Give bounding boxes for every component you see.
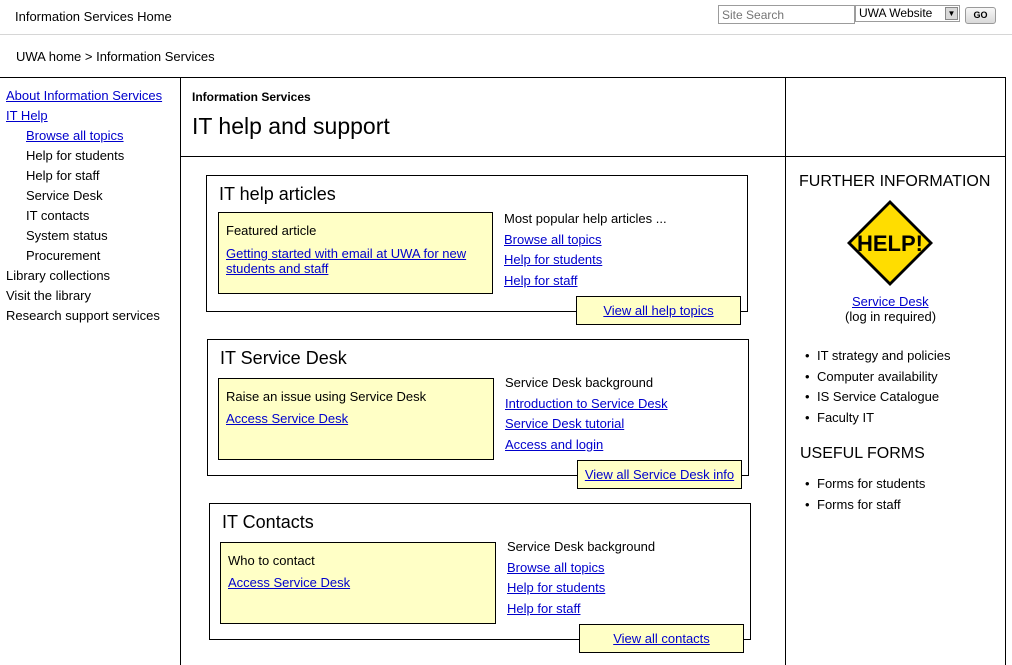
go-button[interactable]: GO [965,7,996,24]
sidebar-item-label[interactable]: Help for students [26,148,124,163]
list-heading: Service Desk background [507,539,656,554]
card-it-contacts: IT Contacts Who to contact Access Servic… [209,503,751,640]
page-title: IT help and support [192,113,390,139]
help-for-staff-link[interactable]: Help for staff [507,601,655,622]
browse-all-topics-link[interactable]: Browse all topics [504,232,667,253]
left-nav-divider [180,77,181,665]
sidebar-item-label[interactable]: About Information Services [6,88,162,103]
view-all-link[interactable]: View all Service Desk info [585,467,734,482]
help-for-students-link[interactable]: Help for students [504,252,667,273]
top-bar: Information Services Home UWA Website ▼ … [0,0,1012,35]
featured-article-box: Who to contact Access Service Desk [220,542,496,624]
useful-forms-heading: USEFUL FORMS [800,445,925,462]
sidebar-item-label[interactable]: Visit the library [6,288,91,303]
sidebar-item-system-status[interactable]: System status [6,228,176,248]
card-service-desk: IT Service Desk Raise an issue using Ser… [207,339,749,476]
view-all-help-topics-button[interactable]: View all help topics [576,296,741,325]
service-desk-tutorial-link[interactable]: Service Desk tutorial [505,416,668,437]
sidebar-item-procurement[interactable]: Procurement [6,248,176,268]
view-all-contacts-button[interactable]: View all contacts [579,624,744,653]
site-home-link[interactable]: Information Services Home [15,9,172,24]
help-sign-icon[interactable]: HELP! [846,199,934,290]
search-scope-value: UWA Website [859,6,933,20]
site-search-input[interactable] [718,5,855,24]
featured-article-box: Featured article Getting started with em… [218,212,493,294]
list-item[interactable]: • Faculty IT [805,410,950,431]
sidebar-item-service-desk[interactable]: Service Desk [6,188,176,208]
service-desk-background-list: Service Desk background Introduction to … [505,375,668,457]
sidebar-item-help-for-students[interactable]: Help for students [6,148,176,168]
sidebar-item-label[interactable]: System status [26,228,108,243]
sidebar-item-label[interactable]: IT Help [6,108,48,123]
featured-label: Raise an issue using Service Desk [226,389,427,404]
list-item[interactable]: • IS Service Catalogue [805,389,950,410]
card-title: IT Contacts [222,512,314,532]
intro-service-desk-link[interactable]: Introduction to Service Desk [505,396,668,417]
featured-article-box: Raise an issue using Service Desk Access… [218,378,494,460]
login-required-note: (log in required) [845,309,937,324]
list-item[interactable]: • Forms for students [805,476,925,497]
sidebar-item-browse-all-topics[interactable]: Browse all topics [6,128,176,148]
card-title: IT help articles [219,184,336,204]
list-item[interactable]: • Computer availability [805,369,950,390]
sidebar-item-label[interactable]: Research support services [6,308,160,323]
view-all-link[interactable]: View all help topics [603,303,713,318]
sidebar-item-it-help[interactable]: IT Help [6,108,176,128]
list-item[interactable]: • IT strategy and policies [805,348,950,369]
featured-article-link[interactable]: Getting started with email at UWA for ne… [226,246,486,276]
section-label: Information Services [192,90,311,104]
view-all-service-desk-button[interactable]: View all Service Desk info [577,460,742,489]
sidebar-item-about-information-services[interactable]: About Information Services [6,88,176,108]
help-for-students-link[interactable]: Help for students [507,580,655,601]
card-title: IT Service Desk [220,348,347,368]
featured-label: Who to contact [228,553,315,568]
sidebar-item-visit-the-library[interactable]: Visit the library [6,288,176,308]
popular-articles-list: Most popular help articles ... Browse al… [504,211,667,293]
further-information-list: • IT strategy and policies • Computer avai… [805,348,950,430]
access-service-desk-link[interactable]: Access Service Desk [226,411,348,426]
list-heading: Service Desk background [505,375,654,390]
frame-top-border [0,77,1006,78]
service-desk-link[interactable]: Service Desk [852,294,929,309]
access-service-desk-link[interactable]: Access Service Desk [228,575,350,590]
search-scope-select[interactable]: UWA Website ▼ [855,5,960,22]
sidebar-item-label[interactable]: Service Desk [26,188,103,203]
further-information-heading: FURTHER INFORMATION [799,173,991,190]
sidebar-item-help-for-staff[interactable]: Help for staff [6,168,176,188]
sidebar-item-it-contacts[interactable]: IT contacts [6,208,176,228]
useful-forms-list: • Forms for students • Forms for staff [805,476,925,517]
right-sidebar-divider [785,77,786,665]
left-nav: About Information Services IT Help Browse … [6,88,176,328]
sidebar-item-label[interactable]: Procurement [26,248,100,263]
breadcrumb: UWA home > Information Services [16,49,215,64]
help-for-staff-link[interactable]: Help for staff [504,273,667,294]
access-and-login-link[interactable]: Access and login [505,437,668,458]
card-help-articles: IT help articles Featured article Gettin… [206,175,748,312]
sidebar-item-label[interactable]: IT contacts [26,208,89,223]
sidebar-item-research-support-services[interactable]: Research support services [6,308,176,328]
sidebar-item-label[interactable]: Browse all topics [26,128,124,143]
chevron-down-icon[interactable]: ▼ [945,7,958,20]
help-sign-text: HELP! [857,231,923,256]
sidebar-item-label[interactable]: Help for staff [26,168,99,183]
list-item[interactable]: • Forms for staff [805,497,925,518]
browse-all-topics-link[interactable]: Browse all topics [507,560,655,581]
list-heading: Most popular help articles ... [504,211,667,226]
sidebar-item-label[interactable]: Library collections [6,268,110,283]
sidebar-item-library-collections[interactable]: Library collections [6,268,176,288]
view-all-link[interactable]: View all contacts [613,631,710,646]
header-bottom-border [181,156,1006,157]
featured-label: Featured article [226,223,317,238]
frame-right-border [1005,77,1006,665]
service-desk-background-list: Service Desk background Browse all topic… [507,539,655,621]
